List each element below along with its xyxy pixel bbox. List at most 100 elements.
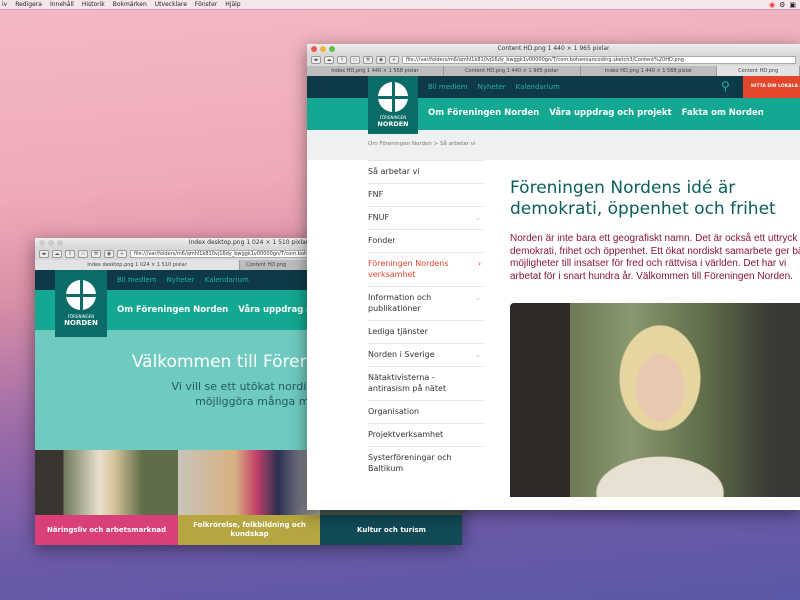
sidebar-item[interactable]: FNUF ⌄ <box>368 206 483 229</box>
close-button[interactable] <box>311 46 317 52</box>
sidebar-item-label: Föreningen Nordens verksamhet <box>368 259 449 279</box>
chevron-right-icon[interactable]: › <box>478 259 481 270</box>
cloud-icon[interactable]: ☁ <box>52 250 62 258</box>
photo <box>35 450 178 515</box>
add-tab-icon[interactable]: + <box>117 250 127 258</box>
link-nyheter[interactable]: Nyheter <box>478 83 506 91</box>
chevron-down-icon[interactable]: ⌄ <box>475 350 481 361</box>
tab[interactable]: Index desktop.png 1 024 × 1 510 pixlar <box>35 260 240 270</box>
search-icon[interactable]: ⚲ <box>721 79 730 93</box>
sidebar-item-label: Fonder <box>368 236 396 245</box>
breadcrumb[interactable]: Om Föreningen Norden > Så arbetar vi <box>368 141 475 147</box>
sidebar-item-label: Norden i Sverige <box>368 350 435 359</box>
zoom-button[interactable] <box>329 46 335 52</box>
url-field[interactable]: file:///var/folders/m6/qmhl1k810vj16dy_b… <box>402 56 796 64</box>
globe-icon <box>66 280 96 310</box>
extension-icon[interactable]: ◉ <box>376 56 386 64</box>
wrench-icon[interactable]: ⚒ <box>91 250 101 258</box>
chevron-down-icon[interactable]: ⌄ <box>475 213 481 224</box>
menu-item[interactable]: Utvecklare <box>155 1 187 8</box>
wrench-icon[interactable]: ⚒ <box>363 56 373 64</box>
card-label: Näringsliv och arbetsmarknad <box>35 515 178 545</box>
close-button[interactable] <box>39 240 45 246</box>
link-bli-medlem[interactable]: Bli medlem <box>428 83 468 91</box>
menu-item[interactable]: Fönster <box>195 1 217 8</box>
menu-item[interactable]: Innehåll <box>50 1 74 8</box>
sidebar-item-label: Så arbetar vi <box>368 167 420 176</box>
back-forward-icon[interactable]: ◂▸ <box>39 250 49 258</box>
logo-text: NORDEN <box>64 319 98 327</box>
sidebar-item[interactable]: Systerföreningar och Baltikum <box>368 446 483 480</box>
site-logo[interactable]: FÖRENINGEN NORDEN <box>368 76 418 134</box>
tab-bar: Index HD.png 1 440 × 1 568 pixlar Conten… <box>307 66 800 76</box>
sidebar-item-label: Organisation <box>368 407 420 416</box>
toolbar: ◂▸ ☁ ⇪ ▭ ⚒ ◉ + file:///var/folders/m6/qmhl1k81… <box>307 54 800 66</box>
find-local-button[interactable]: HITTA DIN LOKALA FÖRENING <box>743 76 800 98</box>
cloud-icon[interactable]: ☁ <box>324 56 334 64</box>
sidebar-item-label: Systerföreningar och Baltikum <box>368 453 452 473</box>
menu-item[interactable]: Historik <box>82 1 105 8</box>
sidebar-item-label: Nätaktivisterna - antirasism på nätet <box>368 373 447 393</box>
sidebar-item[interactable]: Norden i Sverige ⌄ <box>368 343 483 366</box>
intro-text: Norden är inte bara ett geografiskt namn… <box>510 233 800 282</box>
sidebar-item[interactable]: Så arbetar vi <box>368 160 483 183</box>
sidebar-item[interactable]: Information och publikationer ⌄ <box>368 286 483 320</box>
link-bli-medlem[interactable]: Bli medlem <box>117 276 157 284</box>
tab[interactable]: Content HD.png 1 440 × 1 965 pixlar <box>444 66 581 76</box>
sidebar-item[interactable]: Projektverksamhet <box>368 423 483 446</box>
breadcrumb-bar: Om Föreningen Norden > Så arbetar vi <box>307 130 800 160</box>
sidebar-item[interactable]: Nätaktivisterna - antirasism på nätet <box>368 366 483 400</box>
globe-icon <box>378 82 408 112</box>
tab[interactable]: Index HD.png 1 440 × 1 568 pixlar <box>307 66 444 76</box>
sidebar-nav: Så arbetar vi FNF FNUF ⌄ Fonder Föreningen No… <box>368 160 483 480</box>
article-photo <box>510 303 800 497</box>
sidebar-item[interactable]: Fonder <box>368 229 483 252</box>
color-wheel-icon[interactable]: ◉ <box>769 1 775 9</box>
user-icon[interactable]: ▣ <box>789 1 796 9</box>
photo <box>178 450 321 515</box>
sidebar-item[interactable]: Lediga tjänster <box>368 320 483 343</box>
tab[interactable]: Index HD.png 1 440 × 1 568 pixlar <box>581 66 718 76</box>
card-folkrorelse[interactable]: Folkrörelse, folkbildning och kundskap <box>178 450 321 545</box>
menu-bar: iv Redigera Innehåll Historik Bokmärken Utvec… <box>0 0 800 10</box>
nav-om[interactable]: Om Föreningen Norden <box>428 108 539 118</box>
add-tab-icon[interactable]: + <box>389 56 399 64</box>
nav-uppdrag[interactable]: Våra uppdrag och projekt <box>549 108 671 118</box>
title-bar[interactable]: Content HD.png 1 440 × 1 965 pixlar <box>307 44 800 54</box>
link-nyheter[interactable]: Nyheter <box>167 276 195 284</box>
menu-item[interactable]: Hjälp <box>225 1 240 8</box>
sidebar-item[interactable]: FNF <box>368 183 483 206</box>
minimize-button[interactable] <box>320 46 326 52</box>
window-title: Index desktop.png 1 024 × 1 510 pixlar <box>188 239 309 246</box>
tab[interactable]: Content HD.png <box>717 66 800 76</box>
chevron-down-icon[interactable]: ⌄ <box>475 293 481 304</box>
window-title: Content HD.png 1 440 × 1 965 pixlar <box>497 45 610 52</box>
link-kalendarium[interactable]: Kalendarium <box>205 276 249 284</box>
sidebar-icon[interactable]: ▭ <box>78 250 88 258</box>
card-naringsliv[interactable]: Näringsliv och arbetsmarknad <box>35 450 178 545</box>
script-icon[interactable]: ⚙ <box>779 1 785 9</box>
card-label: Folkrörelse, folkbildning och kundskap <box>178 515 321 545</box>
menu-item[interactable]: Redigera <box>15 1 42 8</box>
sidebar-item-label: FNUF <box>368 213 390 222</box>
sidebar-item[interactable]: Organisation <box>368 400 483 423</box>
sidebar-item[interactable]: Föreningen Nordens verksamhet › <box>368 252 483 286</box>
sidebar-item-label: Projektverksamhet <box>368 430 444 439</box>
menu-item[interactable]: Bokmärken <box>113 1 147 8</box>
extension-icon[interactable]: ◉ <box>104 250 114 258</box>
share-icon[interactable]: ⇪ <box>65 250 75 258</box>
site-logo[interactable]: FÖRENINGEN NORDEN <box>55 270 107 337</box>
nav-om[interactable]: Om Föreningen Norden <box>117 305 228 315</box>
minimize-button[interactable] <box>48 240 54 246</box>
nav-fakta[interactable]: Fakta om Norden <box>682 108 764 118</box>
link-kalendarium[interactable]: Kalendarium <box>516 83 560 91</box>
menu-item[interactable]: iv <box>2 1 7 8</box>
share-icon[interactable]: ⇪ <box>337 56 347 64</box>
status-icons: ◉ ⚙ ▣ <box>769 1 796 9</box>
sidebar-item-label: Information och publikationer <box>368 293 432 313</box>
sidebar-icon[interactable]: ▭ <box>350 56 360 64</box>
back-forward-icon[interactable]: ◂▸ <box>311 56 321 64</box>
page-heading: Föreningen Nordens idé är demokrati, öpp… <box>510 178 776 219</box>
zoom-button[interactable] <box>57 240 63 246</box>
browser-window-front[interactable]: Content HD.png 1 440 × 1 965 pixlar ◂▸ ☁ ⇪… <box>307 44 800 510</box>
